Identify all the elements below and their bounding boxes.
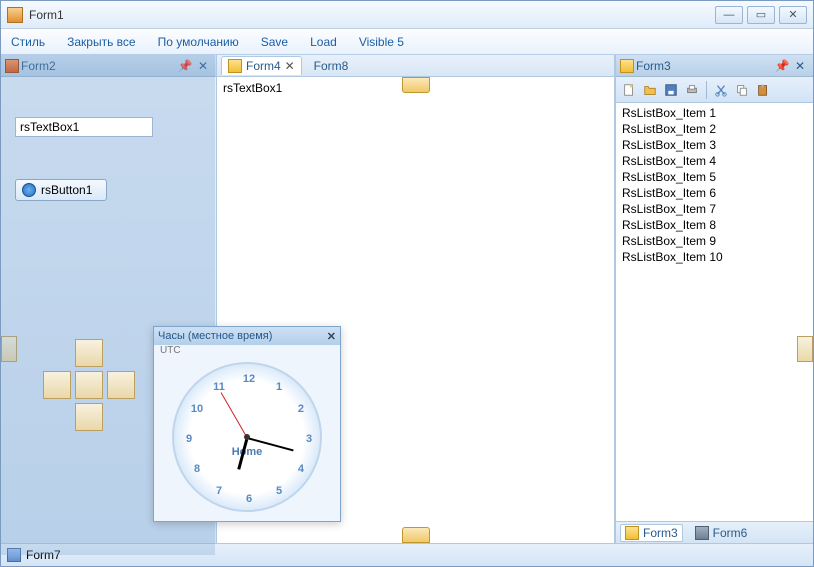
left-panel-header[interactable]: Form2 📌 ✕ [1,55,216,77]
cut-icon[interactable] [712,81,730,99]
list-item[interactable]: RsListBox_Item 3 [620,137,809,153]
menu-close-all[interactable]: Закрыть все [67,35,135,49]
tab-form8[interactable]: Form8 [308,57,355,75]
footer: Form7 [1,543,813,566]
dock-diamond [29,325,149,445]
clock-number: 12 [243,373,255,385]
dock-up-icon[interactable] [75,339,103,367]
form2-icon [5,59,19,73]
toolbar-separator [706,81,707,99]
second-hand [221,392,248,438]
dock-hint-top-icon[interactable] [402,77,430,93]
center-tabstrip: Form4 ✕ Form8 [217,55,614,77]
right-panel: Form3 📌 ✕ RsListBox_Item 1RsListBox_Item… [615,55,813,543]
menu-save[interactable]: Save [261,35,288,49]
bottom-tab-form3-label: Form3 [643,526,678,540]
clock-number: 6 [246,493,252,505]
app-icon [7,7,23,23]
analog-clock: Home 121234567891011 [172,362,322,512]
list-item[interactable]: RsListBox_Item 7 [620,201,809,217]
clock-number: 3 [306,433,312,445]
clock-number: 8 [194,463,200,475]
right-toolbar [616,77,813,103]
clock-number: 2 [298,403,304,415]
clock-number: 10 [191,403,203,415]
floating-titlebar[interactable]: Часы (местное время) ✕ [154,327,340,345]
list-item[interactable]: RsListBox_Item 6 [620,185,809,201]
clock-label: Home [232,446,263,458]
info-icon [22,183,36,197]
clock-number: 4 [298,463,304,475]
list-item[interactable]: RsListBox_Item 1 [620,105,809,121]
minimize-button[interactable]: — [715,6,743,24]
close-button[interactable]: ✕ [779,6,807,24]
rs-textbox[interactable] [15,117,153,137]
floating-subtitle: UTC [154,345,340,360]
menu-load[interactable]: Load [310,35,337,49]
form7-icon [7,548,21,562]
tab-form4[interactable]: Form4 ✕ [221,56,302,75]
dock-center-icon[interactable] [75,371,103,399]
clock-number: 1 [276,381,282,393]
rs-button[interactable]: rsButton1 [15,179,107,201]
footer-label[interactable]: Form7 [26,548,61,562]
clock-number: 11 [213,381,225,393]
print-icon[interactable] [683,81,701,99]
bottom-tab-form6-label: Form6 [713,526,748,540]
new-file-icon[interactable] [620,81,638,99]
workspace: Form2 📌 ✕ rsButton1 [1,55,813,543]
right-panel-title: Form3 [634,59,773,73]
dock-right-icon[interactable] [107,371,135,399]
list-item[interactable]: RsListBox_Item 10 [620,249,809,265]
listbox[interactable]: RsListBox_Item 1RsListBox_Item 2RsListBo… [616,103,813,521]
clock-number: 5 [276,485,282,497]
clock-number: 9 [186,433,192,445]
center-textbox-label: rsTextBox1 [223,81,282,95]
left-panel-title: Form2 [19,59,176,73]
maximize-button[interactable]: ▭ [747,6,775,24]
panel-close-icon-right[interactable]: ✕ [793,59,807,73]
floating-close-icon[interactable]: ✕ [327,330,336,343]
list-item[interactable]: RsListBox_Item 2 [620,121,809,137]
app-window: Form1 — ▭ ✕ Стиль Закрыть все По умолчан… [0,0,814,567]
form3-icon [620,59,634,73]
menu-visible5[interactable]: Visible 5 [359,35,404,49]
rs-button-label: rsButton1 [41,183,92,197]
panel-close-icon[interactable]: ✕ [196,59,210,73]
pin-icon-right[interactable]: 📌 [775,59,789,73]
floating-clock-window[interactable]: Часы (местное время) ✕ UTC Home 12123456… [153,326,341,522]
menu-style[interactable]: Стиль [11,35,45,49]
form3-tab-icon [625,526,639,540]
tab-form8-label: Form8 [314,59,349,73]
form4-icon [228,59,242,73]
bottom-tab-form6[interactable]: Form6 [691,525,752,541]
open-folder-icon[interactable] [641,81,659,99]
dock-left-icon[interactable] [43,371,71,399]
list-item[interactable]: RsListBox_Item 5 [620,169,809,185]
titlebar[interactable]: Form1 — ▭ ✕ [1,1,813,29]
floating-title: Часы (местное время) [158,330,327,342]
menubar: Стиль Закрыть все По умолчанию Save Load… [1,29,813,55]
copy-icon[interactable] [733,81,751,99]
dock-edge-right-icon[interactable] [797,336,813,362]
paste-icon[interactable] [754,81,772,99]
right-bottom-tabs: Form3 Form6 [616,521,813,543]
menu-default[interactable]: По умолчанию [158,35,239,49]
list-item[interactable]: RsListBox_Item 8 [620,217,809,233]
dock-hint-bottom-icon[interactable] [402,527,430,543]
tab-form4-label: Form4 [246,59,281,73]
clock-number: 7 [216,485,222,497]
tab-form4-close-icon[interactable]: ✕ [285,59,295,73]
bottom-tab-form3[interactable]: Form3 [620,524,683,542]
right-panel-header[interactable]: Form3 📌 ✕ [616,55,813,77]
form6-tab-icon [695,526,709,540]
pin-icon[interactable]: 📌 [178,59,192,73]
dock-down-icon[interactable] [75,403,103,431]
window-title: Form1 [29,8,715,22]
clock-center-pin [244,434,250,440]
list-item[interactable]: RsListBox_Item 9 [620,233,809,249]
list-item[interactable]: RsListBox_Item 4 [620,153,809,169]
save-icon[interactable] [662,81,680,99]
